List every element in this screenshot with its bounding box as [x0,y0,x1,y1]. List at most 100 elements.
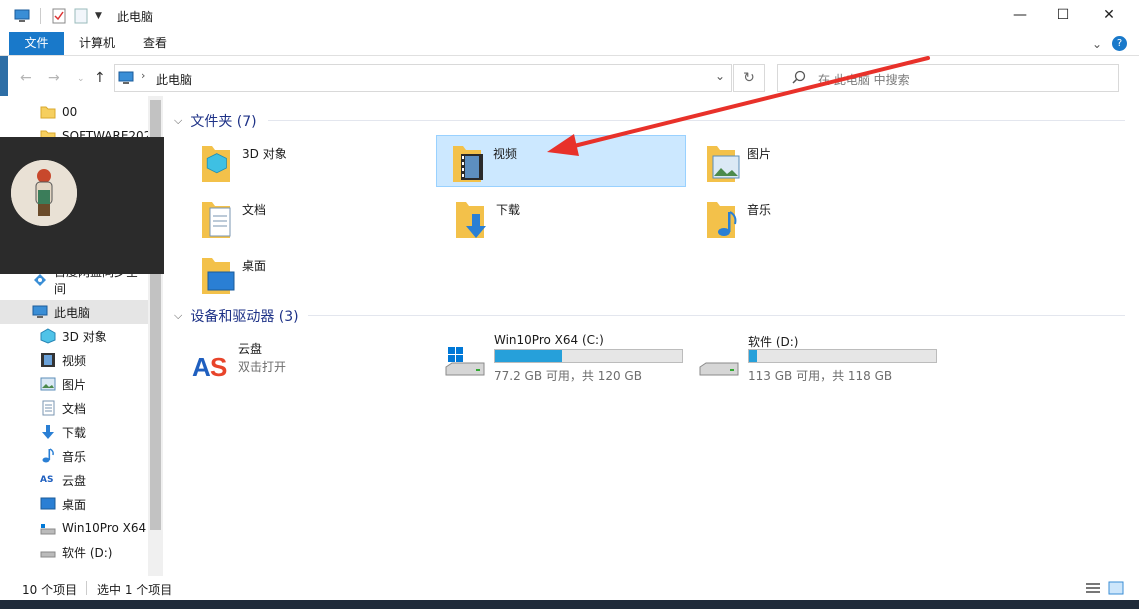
sidebar-item-label: 桌面 [62,497,87,512]
drive-usage-fill [749,350,757,362]
drive-c[interactable]: Win10Pro X64 (C:) 77.2 GB 可用，共 120 GB [438,333,688,389]
sidebar-item-label: 文档 [62,401,87,416]
folder-downloads[interactable]: 下载 [440,192,690,244]
drive-name: 云盘 [238,342,263,356]
pc-icon [32,304,48,320]
expand-ribbon-icon[interactable]: ⌄ [1092,37,1102,51]
help-icon[interactable]: ? [1112,36,1127,51]
folder-icon [40,104,56,120]
sidebar-item-pictures[interactable]: 图片 [0,372,148,396]
svg-text:A: A [192,352,211,382]
sidebar-item-label: 此电脑 [54,305,91,320]
music-folder-icon [701,196,741,240]
sidebar-item-3d-objects[interactable]: 3D 对象 [0,324,148,348]
tab-file[interactable]: 文件 [9,32,64,55]
sidebar-item-label: 云盘 [62,473,87,488]
pictures-icon [40,376,56,392]
search-icon [792,70,806,87]
refresh-button[interactable]: ↻ [733,64,765,92]
sidebar-item-desktop[interactable]: 桌面 [0,492,148,516]
breadcrumb[interactable]: 此电脑 [156,71,192,88]
tab-view[interactable]: 查看 [130,32,180,55]
sidebar-item-label: 音乐 [62,449,87,464]
folder-pictures[interactable]: 图片 [691,136,941,188]
folder-label: 下载 [496,203,521,217]
download-icon [40,424,56,440]
minimize-button[interactable]: — [997,0,1043,30]
customize-qat-icon[interactable]: ▼ [95,11,102,21]
title-bar: ▼ 此电脑 — ☐ ✕ [0,0,1139,32]
3d-objects-folder-icon [196,140,236,184]
sidebar-item-label: 视频 [62,353,87,368]
folder-label: 视频 [493,147,518,161]
search-box[interactable]: 在 此电脑 中搜索 [777,64,1119,92]
baidu-sync-icon [32,272,48,288]
drive-free-space: 77.2 GB 可用，共 120 GB [494,369,642,383]
floating-video-overlay[interactable] [0,137,164,274]
breadcrumb-chevron-icon[interactable]: › [141,69,145,82]
sidebar-item-video[interactable]: 视频 [0,348,148,372]
collapse-chevron-icon[interactable]: ⌵ [174,309,182,323]
pc-icon[interactable] [14,8,30,24]
address-bar[interactable]: › 此电脑 ⌄ [114,64,732,92]
folder-documents[interactable]: 文档 [186,192,436,244]
search-input[interactable]: 在 此电脑 中搜索 [818,71,910,88]
sidebar-item-label: 图片 [62,377,87,392]
video-icon [40,352,56,368]
drive-usage-bar [494,349,683,363]
devices-group-header[interactable]: ⌵ 设备和驱动器 (3) [174,306,299,326]
sidebar-item-documents[interactable]: 文档 [0,396,148,420]
drive-name: 软件 (D:) [748,335,799,349]
sidebar-item-00[interactable]: 00 [0,100,148,124]
maximize-button[interactable]: ☐ [1040,0,1086,30]
drive-d[interactable]: 软件 (D:) 113 GB 可用，共 118 GB [692,333,942,389]
drive-icon [40,520,56,536]
folder-label: 3D 对象 [242,147,287,161]
new-folder-icon[interactable] [73,8,89,24]
status-bar: 10 个项目 选中 1 个项目 [0,576,1139,600]
details-view-icon[interactable] [1086,582,1100,597]
recent-locations-icon[interactable]: ⌄ [77,74,85,84]
folder-desktop[interactable]: 桌面 [186,248,436,300]
sidebar-item-cloud-disk[interactable]: AS 云盘 [0,468,148,492]
large-icons-view-icon[interactable] [1108,581,1124,598]
folder-3d-objects[interactable]: 3D 对象 [186,136,436,188]
cloud-disk-icon: AS [190,346,234,386]
sidebar-item-music[interactable]: 音乐 [0,444,148,468]
sidebar-item-downloads[interactable]: 下载 [0,420,148,444]
video-folder-icon [447,140,487,184]
drive-subtitle: 双击打开 [238,360,287,374]
content-pane: ⌵ 文件夹 (7) 3D 对象 视频 图片 文档 下载 音乐 桌面 ⌵ 设备和驱… [166,100,1139,576]
sidebar-item-label: Win10Pro X64 [62,521,147,535]
back-icon[interactable]: ← [20,70,32,86]
pc-icon [118,70,134,89]
desktop-folder-icon [196,252,236,296]
downloads-folder-icon [450,196,490,240]
svg-text:S: S [210,352,227,382]
separator [86,581,87,595]
sidebar-item-drive-d[interactable]: 软件 (D:) [0,540,148,564]
forward-icon[interactable]: → [48,70,60,86]
folder-video[interactable]: 视频 [436,135,686,187]
address-dropdown-icon[interactable]: ⌄ [715,69,725,83]
drive-usage-fill [495,350,562,362]
properties-icon[interactable] [51,8,67,24]
cloud-disk-item[interactable]: AS 云盘 双击打开 [186,340,436,396]
sidebar-item-drive-c[interactable]: Win10Pro X64 [0,516,148,540]
taskbar [0,600,1139,609]
sidebar-item-this-pc[interactable]: 此电脑 [0,300,148,324]
up-icon[interactable]: ↑ [94,70,106,86]
collapse-chevron-icon[interactable]: ⌵ [174,114,182,128]
close-button[interactable]: ✕ [1086,0,1132,30]
drive-free-space: 113 GB 可用，共 118 GB [748,369,893,383]
folder-label: 文档 [242,203,267,217]
sidebar-item-label: 3D 对象 [62,329,107,344]
item-count: 10 个项目 [22,583,78,597]
folders-group-header[interactable]: ⌵ 文件夹 (7) [174,111,257,131]
tab-computer[interactable]: 计算机 [66,32,128,55]
sidebar-item-label: 下载 [62,425,87,440]
folder-music[interactable]: 音乐 [691,192,941,244]
ribbon-tabs: 文件 计算机 查看 ⌄ ? [0,32,1139,56]
windows-drive-icon [442,339,486,379]
drive-icon [696,339,740,379]
